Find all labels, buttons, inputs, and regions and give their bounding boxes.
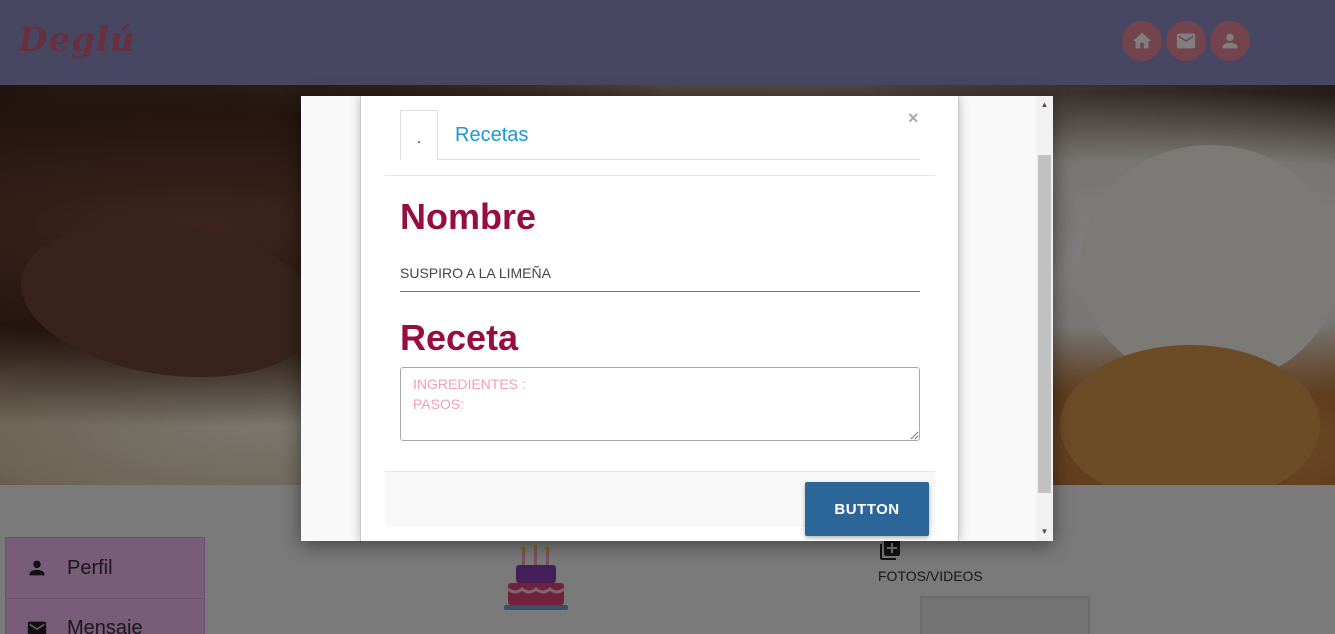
modal-dialog: . Recetas × Nombre Receta BUTTON ▲ ▼: [301, 96, 1053, 541]
modal-tabs: . Recetas: [400, 110, 920, 160]
close-button[interactable]: ×: [908, 108, 919, 129]
recipe-form-card: . Recetas × Nombre Receta BUTTON: [360, 96, 959, 541]
divider: [385, 175, 935, 176]
scroll-thumb[interactable]: [1038, 155, 1051, 493]
tab-active[interactable]: .: [400, 110, 438, 160]
scroll-down-arrow-icon[interactable]: ▼: [1036, 525, 1053, 539]
tab-recetas[interactable]: Recetas: [455, 124, 528, 147]
modal-scrollbar[interactable]: ▲ ▼: [1036, 96, 1053, 541]
submit-button[interactable]: BUTTON: [805, 482, 929, 536]
nombre-heading: Nombre: [400, 196, 537, 237]
receta-textarea[interactable]: [400, 367, 920, 441]
nombre-input[interactable]: [400, 254, 920, 292]
receta-heading: Receta: [400, 317, 519, 358]
scroll-up-arrow-icon[interactable]: ▲: [1036, 98, 1053, 112]
